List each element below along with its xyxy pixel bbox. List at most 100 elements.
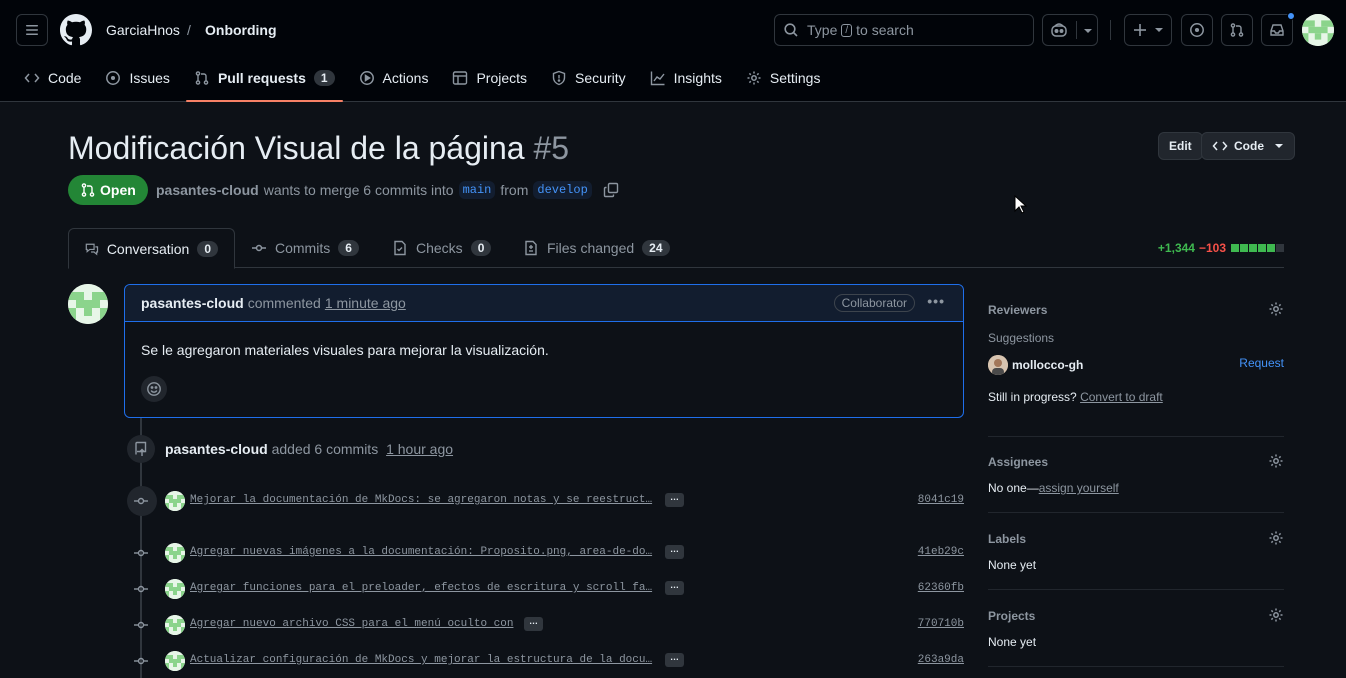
- tab-commits-label: Commits: [275, 240, 331, 256]
- pr-meta: pasantes-cloud wants to merge 6 commits …: [156, 181, 619, 199]
- comment-box: pasantes-cloud commented 1 minute ago Co…: [124, 284, 964, 418]
- draft-note: Still in progress? Convert to draft: [988, 390, 1284, 404]
- request-review-button[interactable]: Request: [1239, 356, 1284, 370]
- commit-author-avatar[interactable]: [165, 579, 185, 599]
- search-icon: [784, 23, 798, 37]
- gear-icon[interactable]: [1268, 607, 1284, 623]
- commit-sha[interactable]: 770710b: [918, 618, 964, 630]
- diffstat-bar: [1230, 244, 1284, 252]
- graph-icon: [650, 71, 665, 86]
- comment-author[interactable]: pasantes-cloud: [141, 295, 244, 311]
- edit-button-label: Edit: [1169, 139, 1192, 153]
- commit-author-avatar[interactable]: [165, 543, 185, 563]
- commit-row: Agregar nuevas imágenes a la documentaci…: [130, 542, 964, 564]
- projects-value: None yet: [988, 635, 1037, 649]
- tab-security[interactable]: Security: [543, 62, 634, 94]
- commit-message[interactable]: Agregar nuevo archivo CSS para el menú o…: [190, 618, 513, 630]
- edit-button[interactable]: Edit: [1158, 132, 1203, 160]
- copy-icon[interactable]: [603, 182, 619, 198]
- tab-code[interactable]: Code: [16, 62, 89, 94]
- comment-author-avatar[interactable]: [68, 284, 108, 324]
- expand-commit-button[interactable]: …: [665, 581, 684, 595]
- commits-event-time[interactable]: 1 hour ago: [386, 441, 453, 457]
- commits-event-author[interactable]: pasantes-cloud: [165, 441, 268, 457]
- pull-requests-button[interactable]: [1221, 14, 1253, 46]
- comment-time[interactable]: 1 minute ago: [325, 295, 406, 311]
- hamburger-icon: [26, 25, 38, 35]
- pr-title-text: Modificación Visual de la página: [68, 130, 525, 166]
- gear-icon: [747, 71, 761, 85]
- gear-icon[interactable]: [1268, 301, 1284, 317]
- tab-security-label: Security: [575, 70, 626, 86]
- code-dropdown-button[interactable]: Code: [1201, 132, 1295, 160]
- chevron-down-icon[interactable]: [1083, 27, 1093, 35]
- reviewer-name: mollocco-gh: [1012, 358, 1084, 372]
- tab-issues[interactable]: Issues: [97, 62, 177, 94]
- tab-pull-requests[interactable]: Pull requests 1: [185, 62, 343, 102]
- issue-opened-icon: [106, 71, 121, 85]
- commit-message[interactable]: Mejorar la documentación de MkDocs: se a…: [190, 494, 652, 506]
- expand-commit-button[interactable]: …: [665, 493, 684, 507]
- tab-commits[interactable]: Commits 6: [235, 228, 375, 268]
- user-avatar[interactable]: [1302, 14, 1334, 46]
- status-badge-label: Open: [100, 182, 136, 198]
- base-branch[interactable]: main: [458, 181, 496, 199]
- add-reaction-button[interactable]: [141, 376, 167, 402]
- issues-button[interactable]: [1181, 14, 1213, 46]
- search-input[interactable]: Type / to search: [774, 14, 1034, 46]
- tab-conversation[interactable]: Conversation 0: [68, 228, 235, 269]
- kebab-menu-icon[interactable]: •••: [927, 293, 945, 309]
- head-branch[interactable]: develop: [533, 181, 592, 199]
- global-header: GarciaHnos / Onbording Type / to search …: [0, 0, 1346, 102]
- copilot-button[interactable]: [1042, 14, 1098, 46]
- labels-section: Labels None yet: [988, 530, 1284, 572]
- comment-body: Se le agregaron materiales visuales para…: [141, 342, 549, 358]
- commit-sha[interactable]: 8041c19: [918, 494, 964, 506]
- tab-actions-label: Actions: [382, 70, 429, 86]
- projects-heading[interactable]: Projects: [988, 609, 1284, 623]
- commit-author-avatar[interactable]: [165, 651, 185, 671]
- commit-sha[interactable]: 263a9da: [918, 654, 964, 666]
- commit-row: Mejorar la documentación de MkDocs: se a…: [127, 486, 964, 516]
- reviewers-heading[interactable]: Reviewers: [988, 303, 1284, 317]
- expand-commit-button[interactable]: …: [665, 545, 684, 559]
- deletions-count: −103: [1198, 241, 1226, 255]
- expand-commit-button[interactable]: …: [524, 617, 543, 631]
- assignees-heading[interactable]: Assignees: [988, 455, 1284, 469]
- commit-message[interactable]: Actualizar configuración de MkDocs y mej…: [190, 654, 652, 666]
- smiley-icon: [147, 382, 161, 396]
- commit-sha[interactable]: 41eb29c: [918, 546, 964, 558]
- pr-author-link[interactable]: pasantes-cloud: [156, 182, 259, 198]
- tab-code-label: Code: [48, 70, 82, 86]
- tab-settings[interactable]: Settings: [738, 62, 829, 94]
- commit-message[interactable]: Agregar funciones para el preloader, efe…: [190, 582, 652, 594]
- gear-icon[interactable]: [1268, 530, 1284, 546]
- tab-projects[interactable]: Projects: [444, 62, 535, 94]
- code-icon: [1212, 141, 1228, 151]
- git-pull-request-icon: [81, 183, 95, 197]
- tab-checks[interactable]: Checks 0: [376, 228, 507, 268]
- assignees-section: Assignees No one—assign yourself: [988, 453, 1284, 495]
- commit-author-avatar[interactable]: [165, 491, 185, 511]
- assign-yourself-link[interactable]: assign yourself: [1039, 481, 1119, 495]
- tab-conversation-label: Conversation: [106, 240, 190, 257]
- commit-author-avatar[interactable]: [165, 615, 185, 635]
- pr-title: Modificación Visual de la página #5: [68, 130, 569, 167]
- convert-to-draft-link[interactable]: Convert to draft: [1080, 390, 1163, 404]
- github-logo-icon[interactable]: [60, 14, 92, 46]
- gear-icon[interactable]: [1268, 453, 1284, 469]
- tab-files-changed[interactable]: Files changed 24: [507, 228, 686, 268]
- git-commit-icon: [134, 549, 148, 557]
- commit-message[interactable]: Agregar nuevas imágenes a la documentaci…: [190, 546, 652, 558]
- tab-actions[interactable]: Actions: [351, 62, 437, 94]
- breadcrumb-repo[interactable]: Onbording: [205, 22, 277, 38]
- create-new-button[interactable]: [1124, 14, 1172, 46]
- expand-commit-button[interactable]: …: [665, 653, 684, 667]
- sidebar-divider: [988, 589, 1284, 590]
- commit-sha[interactable]: 62360fb: [918, 582, 964, 594]
- breadcrumb-owner[interactable]: GarciaHnos: [106, 22, 180, 38]
- menu-button[interactable]: [16, 14, 48, 46]
- tab-insights[interactable]: Insights: [642, 62, 730, 94]
- labels-heading[interactable]: Labels: [988, 532, 1284, 546]
- status-badge: Open: [68, 175, 148, 205]
